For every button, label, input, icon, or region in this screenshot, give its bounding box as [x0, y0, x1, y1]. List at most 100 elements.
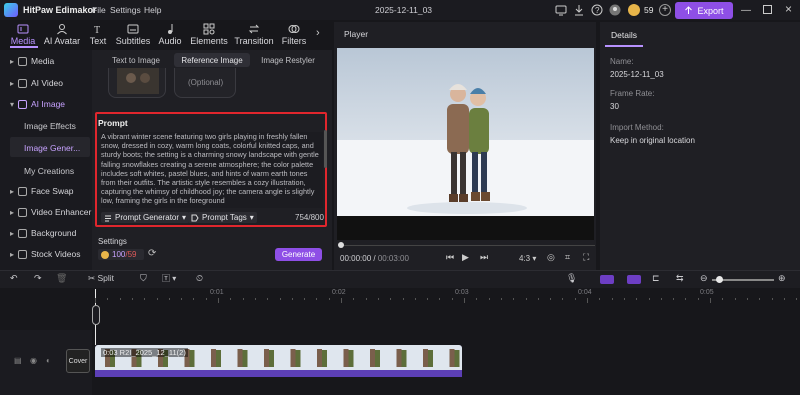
delete-icon[interactable]: 🗑 [56, 273, 67, 284]
shield-icon[interactable]: ⛉ [140, 273, 147, 284]
reference-image-thumbnail[interactable] [108, 68, 166, 98]
sidebar-sub-image-effects[interactable]: Image Effects [24, 121, 76, 131]
export-button[interactable]: Export [675, 2, 733, 19]
next-frame-icon[interactable]: ⏭ [480, 252, 488, 263]
sidebar-item-face-swap[interactable]: ▸ Face Swap [10, 183, 74, 199]
ruler-label: 0:02 [332, 289, 346, 296]
prompt-generator-dropdown[interactable]: Prompt Generator ▾ [101, 212, 190, 223]
ruler-tick [464, 298, 465, 303]
sidebar-item-media[interactable]: ▸ Media [10, 53, 54, 69]
tab-media[interactable]: Media [8, 20, 38, 48]
menu-help[interactable]: Help [144, 5, 161, 15]
tab-ai-avatar[interactable]: AI Avatar [42, 20, 82, 48]
monitor-icon[interactable] [555, 4, 567, 16]
menu-file[interactable]: File [92, 5, 106, 15]
sidebar-item-ai-image[interactable]: ▾ AI Image [10, 96, 65, 112]
download-icon[interactable] [573, 4, 585, 16]
prompt-textarea[interactable]: A vibrant winter scene featuring two gir… [101, 132, 323, 208]
tab-details[interactable]: Details [605, 25, 643, 47]
prompt-tags-dropdown[interactable]: Prompt Tags ▾ [188, 212, 257, 223]
crop-icon[interactable]: ⌗ [565, 252, 570, 263]
ruler-tick [648, 298, 650, 300]
sidebar-sub-my-creations[interactable]: My Creations [24, 166, 74, 176]
auto-ripple-icon[interactable]: ⇆ [676, 273, 684, 284]
ruler-tick [746, 298, 748, 300]
ruler-tick [587, 298, 588, 303]
thumbnail-figure [211, 349, 216, 367]
ruler-tick [722, 298, 724, 300]
sidebar-item-background[interactable]: ▸ Background [10, 225, 76, 241]
tab-subtitles[interactable]: Subtitles [114, 20, 152, 48]
sidebar-item-stock-videos[interactable]: ▸ Stock Videos [10, 246, 80, 262]
link-toggle-icon[interactable] [627, 275, 641, 284]
sidebar-item-label: Video Enhancer [31, 207, 92, 217]
ruler-tick [316, 298, 318, 300]
prev-frame-icon[interactable]: ⏮ [446, 252, 454, 263]
video-preview[interactable] [337, 48, 594, 216]
visibility-icon[interactable]: ◉ [30, 356, 37, 365]
microphone-icon[interactable]: 🎙 [566, 273, 577, 284]
redo-icon[interactable]: ↷ [34, 273, 42, 284]
cover-button[interactable]: Cover [66, 349, 90, 373]
ruler-tick [574, 298, 576, 300]
sidebar-sub-image-generator[interactable]: Image Gener... [24, 143, 80, 153]
playhead-handle[interactable] [92, 305, 100, 325]
tab-audio[interactable]: Audio [156, 20, 184, 48]
timeline-ruler[interactable] [95, 289, 800, 301]
settings-label: Settings [98, 237, 127, 246]
tab-text-to-image[interactable]: Text to Image [104, 53, 168, 67]
sidebar-item-ai-video[interactable]: ▸ AI Video [10, 75, 63, 91]
account-icon[interactable] [609, 4, 621, 16]
thumbnail-figure [242, 350, 248, 367]
ruler-tick [697, 298, 699, 300]
tab-image-restyler[interactable]: Image Restyler [256, 53, 320, 67]
chevron-right-icon: ▸ [10, 249, 15, 259]
lock-icon[interactable]: ▤ [14, 356, 22, 365]
tabs-scroll-right-icon[interactable]: › [316, 27, 320, 39]
text-tool-dropdown[interactable]: 🅃 ▾ [162, 273, 176, 284]
time-display: 00:00:00 / 00:03:00 [340, 254, 409, 263]
refresh-icon[interactable]: ⟳ [148, 248, 156, 259]
help-icon[interactable]: ? [591, 4, 603, 16]
close-icon[interactable]: × [785, 2, 792, 16]
snapshot-icon[interactable]: ◎ [547, 252, 555, 263]
tab-reference-image[interactable]: Reference Image [174, 53, 250, 67]
menu-settings[interactable]: Settings [110, 5, 141, 15]
chevron-right-icon: ▸ [10, 56, 15, 66]
mute-icon[interactable]: ◐ [46, 356, 51, 365]
tab-subtitles-label: Subtitles [115, 36, 151, 46]
minimize-icon[interactable]: — [741, 5, 751, 16]
aspect-ratio-dropdown[interactable]: 4:3 ▾ [519, 254, 536, 263]
svg-text:T: T [94, 25, 100, 35]
fullscreen-icon[interactable]: ⛶ [583, 252, 589, 263]
ai-image-icon [18, 99, 28, 109]
zoom-out-icon[interactable]: ⊖ [700, 273, 708, 284]
magnet-icon[interactable]: ⊏ [652, 273, 660, 284]
zoom-in-icon[interactable]: ⊕ [778, 273, 786, 284]
snap-toggle-icon[interactable] [600, 275, 614, 284]
sidebar-item-label: Background [31, 228, 77, 238]
playback-progress-track[interactable] [340, 245, 595, 246]
playback-progress-handle[interactable] [338, 242, 344, 248]
tab-transition[interactable]: Transition [234, 20, 274, 48]
tab-filters[interactable]: Filters [280, 20, 308, 48]
export-label: Export [697, 5, 724, 16]
add-credits-icon[interactable]: + [659, 4, 671, 16]
speed-icon[interactable]: ⏲ [196, 273, 203, 284]
prompt-scrollbar[interactable] [324, 130, 327, 168]
undo-icon[interactable]: ↶ [10, 273, 18, 284]
zoom-slider-handle[interactable] [716, 276, 723, 283]
caret-down-icon: ▾ [182, 213, 187, 222]
split-button[interactable]: ✂ Split [88, 273, 114, 284]
sidebar-item-video-enhancer[interactable]: ▸ Video Enhancer [10, 204, 91, 220]
generate-button[interactable]: Generate [275, 248, 322, 261]
play-icon[interactable]: ▶ [462, 252, 469, 263]
thumbnail-figure [396, 349, 402, 367]
sidebar-item-label: Media [31, 56, 55, 66]
list-icon [105, 215, 111, 221]
tab-text[interactable]: T Text [86, 20, 110, 48]
ruler-tick [451, 298, 453, 300]
maximize-icon[interactable] [763, 5, 772, 14]
tab-elements[interactable]: Elements [190, 20, 228, 48]
ruler-tick [513, 298, 515, 300]
